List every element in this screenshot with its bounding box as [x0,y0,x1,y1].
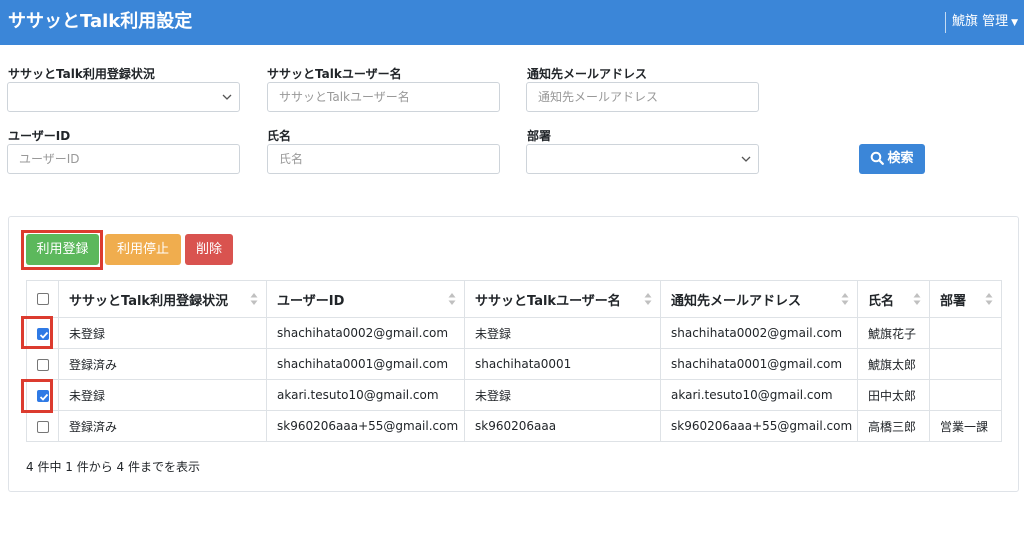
table-row: 未登録 akari.tesuto10@gmail.com 未登録 akari.t… [26,379,1002,411]
name-cell: 高橋三郎 [857,410,930,442]
select-all-checkbox[interactable] [36,293,49,305]
row-checkbox[interactable] [36,420,49,433]
user-id-input[interactable]: ユーザーID [7,144,240,174]
talk-user-cell: 未登録 [464,379,661,411]
register-button-highlight [21,230,103,270]
user-name: 鯱旗 管理 [951,14,1009,29]
talk-user-cell: 未登録 [464,317,661,349]
talk-user-cell: sk960206aaa [464,410,661,442]
sort-icon [644,293,652,305]
select-all-cell [26,280,59,318]
search-button-label: 検索 [887,151,914,166]
row-checkbox-highlight [21,379,53,413]
email-cell: shachihata0002@gmail.com [660,317,858,349]
email-cell: akari.tesuto10@gmail.com [660,379,858,411]
user-id-label: ユーザーID [8,129,71,143]
table-row: 登録済み shachihata0001@gmail.com shachihata… [26,348,1002,380]
email-cell: sk960206aaa+55@gmail.com [660,410,858,442]
column-header-label: ササッとTalkユーザー名 [475,293,621,309]
column-header-user-id[interactable]: ユーザーID [266,280,465,318]
table-header-row: ササッとTalk利用登録状況 ユーザーID ササッとTalkユーザー名 通知先メ… [26,280,1002,318]
column-header-name[interactable]: 氏名 [857,280,930,318]
user-id-cell: sk960206aaa+55@gmail.com [266,410,465,442]
department-cell: 営業一課 [929,410,1002,442]
column-header-department[interactable]: 部署 [929,280,1002,318]
delete-button[interactable]: 削除 [185,234,233,265]
status-cell: 登録済み [58,348,267,380]
row-select-cell [26,410,59,442]
user-id-cell: shachihata0002@gmail.com [266,317,465,349]
chevron-down-icon [222,94,232,100]
name-input[interactable]: 氏名 [267,144,500,174]
department-select[interactable] [526,144,759,174]
sort-icon [250,293,258,305]
name-label: 氏名 [267,129,292,143]
column-header-label: 部署 [940,293,967,309]
column-header-label: 氏名 [868,293,895,309]
department-cell [929,379,1002,411]
name-cell: 田中太郎 [857,379,930,411]
email-label: 通知先メールアドレス [527,67,648,81]
status-cell: 登録済み [58,410,267,442]
status-filter-label: ササッとTalk利用登録状況 [8,67,155,81]
page-title: ササッとTalk利用設定 [8,11,193,32]
column-header-label: ササッとTalk利用登録状況 [69,293,229,309]
column-header-label: 通知先メールアドレス [671,293,802,309]
department-cell [929,317,1002,349]
status-cell: 未登録 [58,317,267,349]
email-input[interactable]: 通知先メールアドレス [526,82,759,112]
table-row: 登録済み sk960206aaa+55@gmail.com sk960206aa… [26,410,1002,442]
name-cell: 鯱旗太郎 [857,348,930,380]
search-button[interactable]: 検索 [859,144,925,174]
talk-user-cell: shachihata0001 [464,348,661,380]
sort-icon [841,293,849,305]
email-cell: shachihata0001@gmail.com [660,348,858,380]
name-cell: 鯱旗花子 [857,317,930,349]
users-table: ササッとTalk利用登録状況 ユーザーID ササッとTalkユーザー名 通知先メ… [26,280,1002,442]
user-id-cell: shachihata0001@gmail.com [266,348,465,380]
user-menu[interactable]: 鯱旗 管理 ▼ [944,12,1018,33]
row-checkbox[interactable] [36,358,49,371]
column-header-status[interactable]: ササッとTalk利用登録状況 [58,280,267,318]
column-header-label: ユーザーID [277,293,345,309]
talk-username-label: ササッとTalkユーザー名 [267,67,402,81]
status-cell: 未登録 [58,379,267,411]
stop-button[interactable]: 利用停止 [105,234,181,265]
table-row: 未登録 shachihata0002@gmail.com 未登録 shachih… [26,317,1002,349]
chevron-down-icon [741,156,751,162]
talk-username-input[interactable]: ササッとTalkユーザー名 [267,82,500,112]
caret-down-icon: ▼ [1011,18,1018,28]
sort-icon [913,293,921,305]
user-id-cell: akari.tesuto10@gmail.com [266,379,465,411]
row-select-cell [26,348,59,380]
sort-icon [448,293,456,305]
table-info: 4 件中 1 件から 4 件までを表示 [26,460,200,474]
status-filter-select[interactable] [7,82,240,112]
department-cell [929,348,1002,380]
sort-icon [985,293,993,305]
search-icon [871,151,885,165]
department-label: 部署 [527,129,552,143]
column-header-talk-user[interactable]: ササッとTalkユーザー名 [464,280,661,318]
row-checkbox-highlight [21,316,53,349]
top-navbar: ササッとTalk利用設定 鯱旗 管理 ▼ [0,0,1024,45]
column-header-email[interactable]: 通知先メールアドレス [660,280,858,318]
